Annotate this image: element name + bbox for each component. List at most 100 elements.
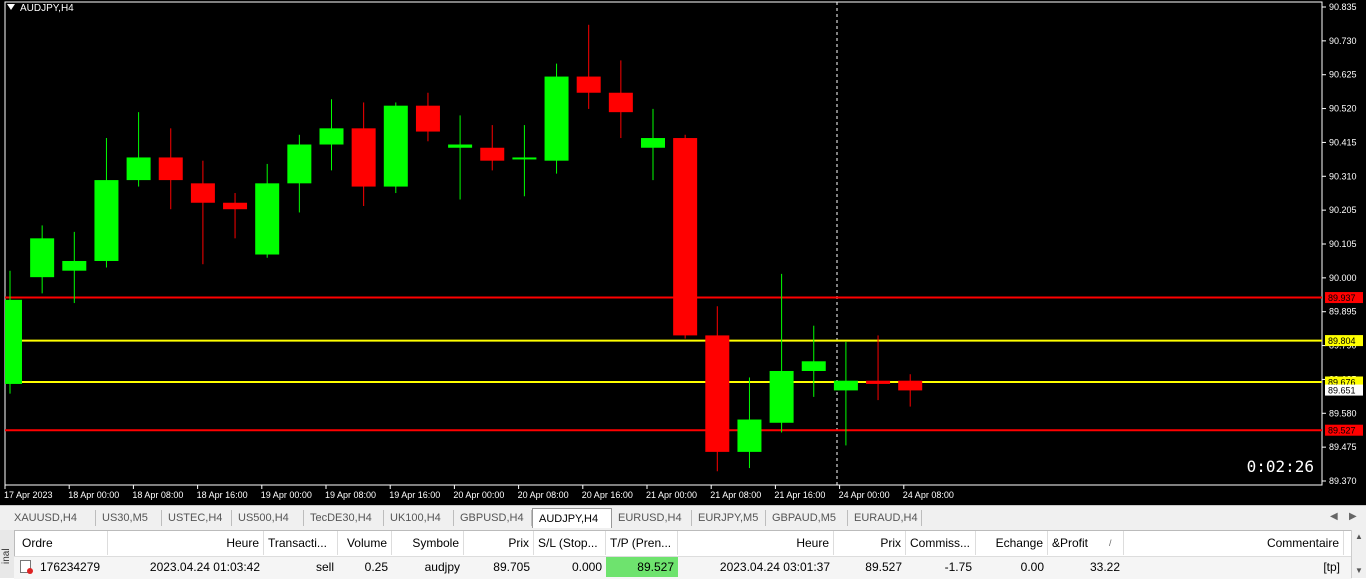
col-volume-header[interactable]: Volume: [338, 531, 392, 555]
col-heure-open-header[interactable]: Heure: [108, 531, 264, 555]
candle-body: [544, 76, 569, 161]
x-tick-label: 18 Apr 00:00: [68, 490, 119, 500]
terminal-side-label[interactable]: inal: [0, 530, 15, 578]
chart-tabs-bar: XAUUSD,H4 US30,M5 USTEC,H4 US500,H4 TecDE30,…: [0, 505, 1366, 530]
tab-scroll-right-icon[interactable]: ▶: [1349, 511, 1357, 522]
candle-body: [641, 138, 665, 148]
candle-body: [383, 105, 408, 187]
col-commission-header[interactable]: Commiss...: [906, 531, 976, 555]
col-transaction-cell: sell: [315, 560, 334, 574]
candle-body: [5, 299, 22, 384]
chart-tab[interactable]: TecDE30,H4: [304, 510, 384, 526]
chart-tab[interactable]: US500,H4: [232, 510, 304, 526]
candle-body: [287, 144, 312, 184]
y-tick-label: 90.000: [1329, 273, 1357, 283]
candle-body: [62, 260, 87, 271]
col-tp-header[interactable]: T/P (Pren...: [606, 531, 678, 555]
col-profit-cell: 33.22: [1089, 560, 1120, 574]
chart-tab[interactable]: GBPUSD,H4: [454, 510, 532, 526]
candle-body: [737, 419, 762, 452]
col-commentaire-header[interactable]: Commentaire: [1124, 531, 1344, 555]
scroll-up-icon[interactable]: ▲: [1355, 532, 1363, 541]
col-heure-close-cell: 2023.04.24 03:01:37: [719, 560, 830, 574]
y-tick-label: 90.310: [1329, 171, 1357, 181]
x-tick-label: 19 Apr 16:00: [389, 490, 440, 500]
x-tick-label: 24 Apr 00:00: [839, 490, 890, 500]
candle-body: [351, 128, 376, 187]
chart-menu-triangle-icon[interactable]: [7, 4, 15, 10]
candle-body: [190, 183, 215, 203]
y-tick-label: 90.415: [1329, 137, 1357, 147]
y-tick-label: 89.475: [1329, 442, 1357, 452]
col-transaction-header[interactable]: Transacti...: [264, 531, 338, 555]
col-heure-open-cell: 2023.04.24 01:03:42: [149, 560, 260, 574]
scroll-down-icon[interactable]: ▼: [1355, 566, 1363, 575]
candle-body: [415, 105, 440, 132]
y-tick-label: 90.520: [1329, 104, 1357, 114]
sort-indicator-icon: /: [1109, 538, 1112, 548]
y-tick-label: 90.205: [1329, 205, 1357, 215]
col-symbole-header[interactable]: Symbole: [392, 531, 464, 555]
chart-tab[interactable]: EURUSD,H4: [612, 510, 692, 526]
x-tick-label: 21 Apr 08:00: [710, 490, 761, 500]
col-commission-cell: -1.75: [944, 560, 972, 574]
candle-body: [705, 335, 730, 452]
col-echange-header[interactable]: Echange: [976, 531, 1048, 555]
x-tick-label: 20 Apr 00:00: [453, 490, 504, 500]
candle-body: [608, 92, 633, 113]
price-level-label: 89.937: [1328, 293, 1356, 303]
tab-scroll-left-icon[interactable]: ◀: [1330, 511, 1338, 522]
chart-title: AUDJPY,H4: [20, 3, 74, 14]
y-tick-label: 89.895: [1329, 307, 1357, 317]
y-tick-label: 90.730: [1329, 36, 1357, 46]
y-tick-label: 90.835: [1329, 2, 1357, 12]
candle-body: [866, 380, 891, 384]
candle-body: [158, 157, 183, 181]
col-symbole-cell: audjpy: [424, 560, 460, 574]
y-tick-label: 89.580: [1329, 408, 1357, 418]
candlestick-chart[interactable]: 90.835 90.730 90.625 90.520 90.415 90.310 90.2…: [0, 0, 1366, 505]
price-level-label: 89.527: [1328, 426, 1356, 436]
bid-price-label: 89.651: [1328, 386, 1356, 396]
y-tick-label: 89.370: [1329, 476, 1357, 486]
chart-tab[interactable]: EURAUD,H4: [848, 510, 922, 526]
bar-countdown-timer: 0:02:26: [1246, 457, 1314, 476]
candle-body: [448, 144, 473, 148]
candle-body: [576, 76, 601, 93]
price-level-label: 89.804: [1328, 336, 1356, 346]
candle-body: [801, 361, 826, 371]
col-sl-cell: 0.000: [571, 560, 602, 574]
x-tick-label: 19 Apr 08:00: [325, 490, 376, 500]
chart-tab[interactable]: GBPAUD,M5: [766, 510, 848, 526]
candle-body: [30, 238, 55, 278]
col-ordre-cell: 176234279: [40, 560, 101, 574]
col-prix-close-cell: 89.527: [865, 560, 902, 574]
candle-body: [769, 370, 794, 423]
x-tick-label: 21 Apr 16:00: [774, 490, 825, 500]
chart-tab[interactable]: XAUUSD,H4: [8, 510, 96, 526]
col-echange-cell: 0.00: [1020, 560, 1044, 574]
vertical-scrollbar[interactable]: ▲ ▼: [1351, 530, 1366, 578]
col-ordre-header[interactable]: Ordre: [14, 531, 108, 555]
chart-tab[interactable]: USTEC,H4: [162, 510, 232, 526]
x-tick-label: 20 Apr 16:00: [582, 490, 633, 500]
chart-tab[interactable]: UK100,H4: [384, 510, 454, 526]
chart-tab[interactable]: AUDJPY,H4: [532, 508, 612, 528]
col-heure-close-header[interactable]: Heure: [678, 531, 834, 555]
col-sl-header[interactable]: S/L (Stop...: [534, 531, 606, 555]
chart-tab[interactable]: EURJPY,M5: [692, 510, 766, 526]
x-tick-label: 20 Apr 08:00: [518, 490, 569, 500]
candle-body: [255, 183, 280, 255]
y-tick-label: 90.625: [1329, 70, 1357, 80]
x-tick-label: 21 Apr 00:00: [646, 490, 697, 500]
candle-body: [94, 180, 119, 261]
col-prix-open-header[interactable]: Prix: [464, 531, 534, 555]
col-volume-cell: 0.25: [364, 560, 388, 574]
candle-body: [480, 147, 505, 161]
col-prix-close-header[interactable]: Prix: [834, 531, 906, 555]
candle-body: [223, 202, 248, 210]
chart-window[interactable]: 90.835 90.730 90.625 90.520 90.415 90.310 90.2…: [0, 0, 1366, 505]
col-prix-open-cell: 89.705: [493, 560, 530, 574]
chart-tab[interactable]: US30,M5: [96, 510, 162, 526]
y-tick-label: 90.105: [1329, 239, 1357, 249]
